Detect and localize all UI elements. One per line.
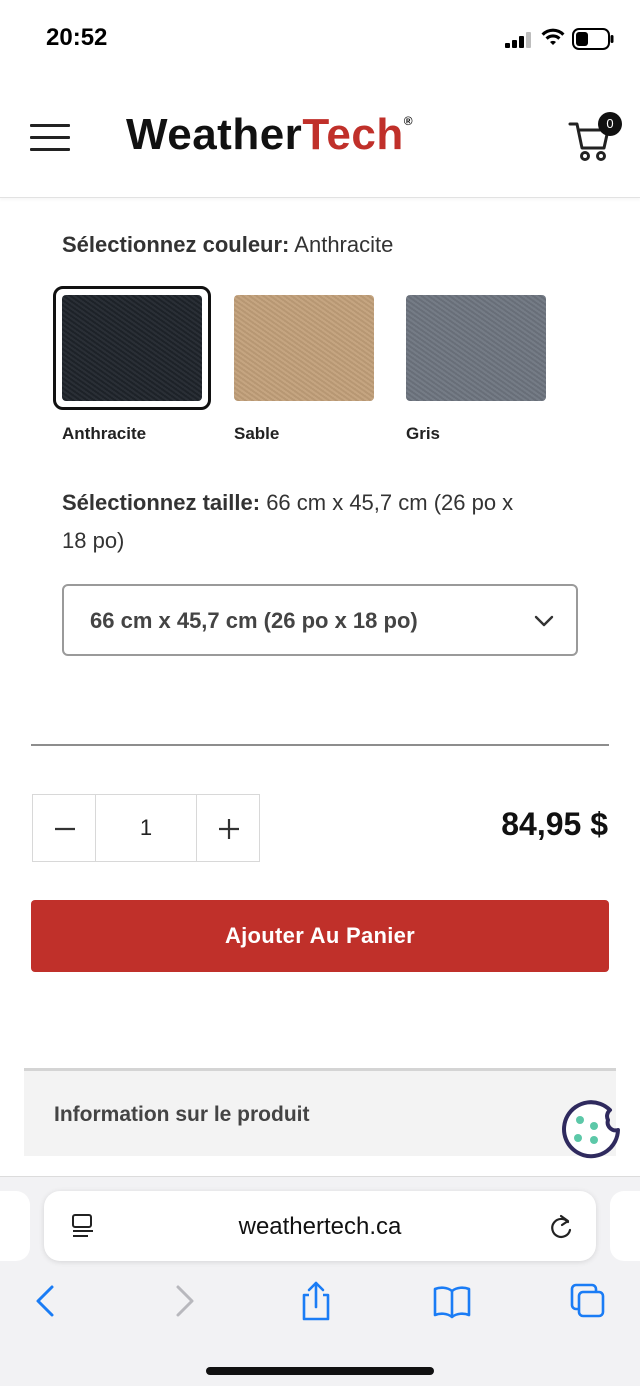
product-info-accordion[interactable]: Information sur le produit [24,1068,616,1156]
hamburger-line [30,148,70,151]
swatch-sable[interactable] [226,286,384,410]
browser-toolbar: weathertech.ca [0,1176,640,1386]
size-dropdown[interactable]: 66 cm x 45,7 cm (26 po x 18 po) [62,584,578,656]
swatch-sable-fill [234,295,374,401]
size-dropdown-value: 66 cm x 45,7 cm (26 po x 18 po) [90,608,418,633]
hamburger-line [30,136,70,139]
reload-icon[interactable] [548,1213,574,1241]
swatch-anthracite[interactable] [53,286,211,410]
wifi-icon [541,28,565,45]
size-heading: Sélectionnez taille: 66 cm x 45,7 cm (26… [62,484,542,560]
cart-count-badge: 0 [598,112,622,136]
swatch-label-sable: Sable [234,424,280,443]
logo-registered-mark: ® [403,114,414,128]
color-heading: Sélectionnez couleur: Anthracite [62,232,393,258]
cookie-icon[interactable] [558,1096,622,1160]
cart-button[interactable]: 0 [568,112,624,162]
logo-tech-text: Tech [302,110,404,159]
price: 84,95 $ [501,806,608,842]
site-header: WeatherTech® 0 [0,78,640,198]
swatch-anthracite-fill [62,295,202,401]
address-bar[interactable]: weathertech.ca [44,1191,596,1261]
url-text: weathertech.ca [238,1213,402,1240]
status-time: 20:52 [46,24,108,51]
hamburger-line [30,124,70,127]
back-icon[interactable] [26,1281,66,1321]
divider [31,744,609,746]
status-bar: 20:52 [0,0,640,78]
home-indicator [206,1367,434,1375]
share-icon[interactable] [296,1281,336,1321]
bookmarks-icon[interactable] [432,1281,472,1321]
add-to-cart-button[interactable]: Ajouter Au Panier [31,900,609,972]
color-heading-value: Anthracite [294,232,394,257]
tabs-icon[interactable] [568,1281,608,1321]
color-heading-label: Sélectionnez couleur: [62,232,290,257]
signal-icon [505,32,531,48]
forward-icon[interactable] [164,1281,204,1321]
previous-tab-peek[interactable] [0,1191,30,1261]
plus-icon [219,819,239,839]
product-info-label: Information sur le produit [54,1103,310,1126]
quantity-decrease-button[interactable] [32,794,96,862]
next-tab-peek[interactable] [610,1191,640,1261]
menu-button[interactable] [30,122,72,152]
swatch-gris-fill [406,295,546,401]
size-heading-label: Sélectionnez taille: [62,490,261,515]
chevron-down-icon [534,615,554,627]
logo-weather-text: Weather [126,110,303,159]
swatch-gris[interactable] [398,286,556,410]
swatch-label-anthracite: Anthracite [62,424,147,443]
battery-icon [572,28,614,50]
weathertech-logo[interactable]: WeatherTech® [126,110,413,160]
minus-icon [55,827,75,831]
quantity-input[interactable]: 1 [96,794,196,862]
swatch-label-gris: Gris [406,424,441,443]
quantity-increase-button[interactable] [196,794,260,862]
